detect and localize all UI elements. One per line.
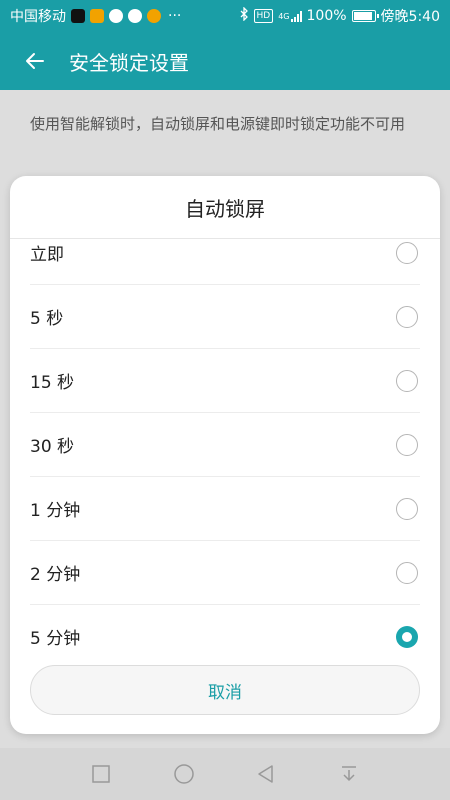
radio-unchecked-icon[interactable]: [396, 497, 418, 520]
battery-icon: [351, 10, 379, 22]
option-row[interactable]: 立即: [30, 238, 420, 285]
carrier-label: 中国移动: [10, 9, 66, 25]
navigation-bar: [0, 748, 450, 800]
smart-unlock-description: 使用智能解锁时，自动锁屏和电源键即时锁定功能不可用: [30, 115, 406, 133]
option-label: 15 秒: [30, 373, 75, 393]
dialog-title: 自动锁屏: [10, 176, 440, 239]
option-row[interactable]: 1 分钟: [30, 477, 420, 541]
network-type: 4G: [278, 11, 290, 21]
radio-unchecked-icon[interactable]: [396, 433, 418, 456]
radio-unchecked-icon[interactable]: [396, 369, 418, 392]
radio-unchecked-icon[interactable]: [396, 561, 418, 584]
option-label: 1 分钟: [30, 501, 81, 521]
back-nav-button[interactable]: [254, 762, 278, 786]
cancel-button[interactable]: 取消: [30, 665, 420, 715]
clock: 傍晚5:40: [380, 9, 440, 25]
option-row[interactable]: 2 分钟: [30, 541, 420, 605]
option-label: 5 秒: [30, 309, 64, 329]
home-button[interactable]: [172, 762, 196, 786]
tiktok-icon: [71, 9, 85, 23]
option-row[interactable]: 5 秒: [30, 285, 420, 349]
option-row[interactable]: 15 秒: [30, 349, 420, 413]
option-label: 2 分钟: [30, 565, 81, 585]
circle-icon: [174, 764, 194, 784]
hd-badge: HD: [253, 9, 274, 23]
options-list[interactable]: 立即 5 秒 15 秒 30 秒 1 分钟 2 分钟 5 分钟: [10, 238, 440, 662]
radio-unchecked-icon[interactable]: [396, 305, 418, 328]
triangle-back-icon: [258, 765, 273, 783]
wechat-icon: [128, 9, 142, 23]
recent-apps-button[interactable]: [89, 762, 113, 786]
battery-percent: 100%: [306, 8, 347, 24]
notification-pull-button[interactable]: [337, 762, 361, 786]
more-notifications: ···: [168, 8, 182, 24]
money-icon: [147, 9, 161, 23]
status-left: 中国移动 ···: [10, 6, 181, 26]
radio-checked-icon[interactable]: [396, 625, 418, 648]
signal-icon: [290, 10, 302, 22]
status-bar: 中国移动 ··· HD 4G 100% 傍晚5:40: [0, 0, 450, 32]
option-label: 立即: [30, 245, 64, 265]
bluetooth-icon: [239, 6, 249, 25]
app-bar: 安全锁定设置: [0, 32, 450, 90]
square-icon: [92, 765, 110, 783]
pull-down-icon: [341, 766, 356, 782]
option-label: 5 分钟: [30, 629, 81, 649]
back-arrow-icon: [26, 53, 44, 69]
video-icon: [90, 9, 104, 23]
option-row[interactable]: 5 分钟: [30, 605, 420, 662]
status-right: HD 4G 100% 傍晚5:40: [239, 6, 440, 26]
page-title: 安全锁定设置: [69, 50, 189, 75]
option-label: 30 秒: [30, 437, 75, 457]
location-icon: [109, 9, 123, 23]
radio-unchecked-icon[interactable]: [396, 241, 418, 264]
option-row[interactable]: 30 秒: [30, 413, 420, 477]
auto-lock-dialog: 自动锁屏 立即 5 秒 15 秒 30 秒 1 分钟 2 分钟 5 分钟 取消: [10, 176, 440, 734]
back-button[interactable]: [0, 32, 70, 90]
